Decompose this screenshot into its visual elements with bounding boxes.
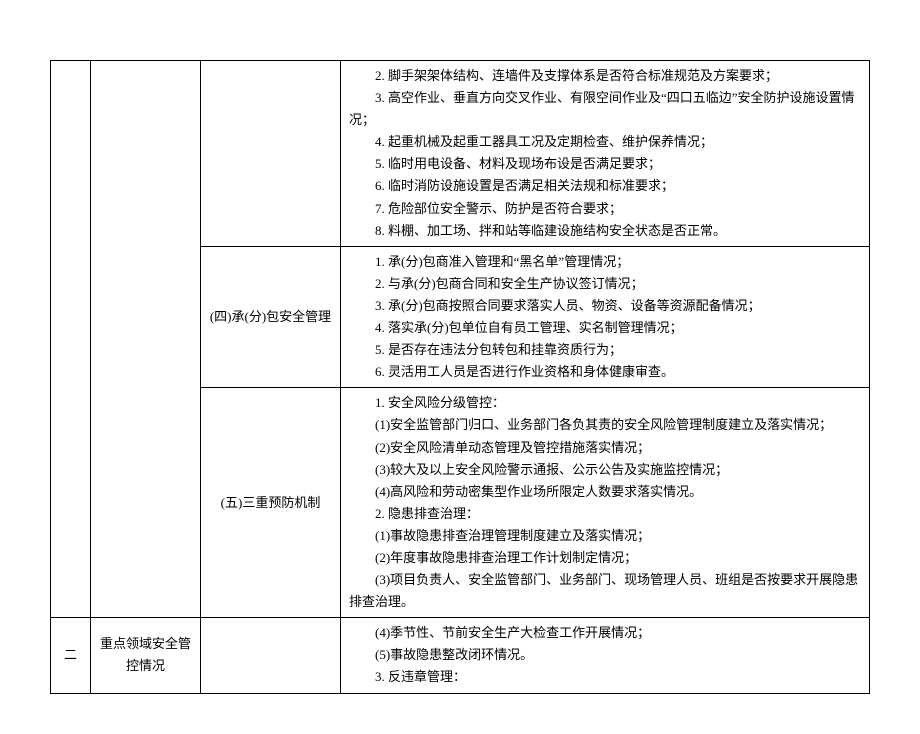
content-line: 4. 落实承(分)包单位自有员工管理、实名制管理情况； <box>349 317 861 339</box>
cell-subcat-5: (五)三重预防机制 <box>201 388 341 618</box>
cell-content-0: 2. 脚手架架体结构、连墙件及支撑体系是否符合标准规范及方案要求； 3. 高空作… <box>341 61 870 247</box>
content-line: 1. 承(分)包商准入管理和“黑名单”管理情况； <box>349 251 861 273</box>
content-line: (3)较大及以上安全风险警示通报、公示公告及实施监控情况； <box>349 459 861 481</box>
content-line: 4. 起重机械及起重工器具工况及定期检查、维护保养情况； <box>349 131 861 153</box>
document-table: 2. 脚手架架体结构、连墙件及支撑体系是否符合标准规范及方案要求； 3. 高空作… <box>50 60 870 694</box>
content-line: 2. 与承(分)包商合同和安全生产协议签订情况； <box>349 273 861 295</box>
content-line: (2)年度事故隐患排查治理工作计划制定情况； <box>349 547 861 569</box>
content-line: 3. 反违章管理： <box>349 666 861 688</box>
table-row: 二 重点领域安全管控情况 (4)季节性、节前安全生产大检查工作开展情况； (5)… <box>51 618 870 693</box>
content-line: (3)项目负责人、安全监管部门、业务部门、现场管理人员、班组是否按要求开展隐患排… <box>349 569 861 613</box>
content-line: (1)安全监管部门归口、业务部门各负其责的安全风险管理制度建立及落实情况； <box>349 414 861 436</box>
cell-subcat-blank2 <box>201 618 341 693</box>
content-line: 1. 安全风险分级管控： <box>349 392 861 414</box>
content-line: (1)事故隐患排查治理管理制度建立及落实情况； <box>349 525 861 547</box>
table-row: 2. 脚手架架体结构、连墙件及支撑体系是否符合标准规范及方案要求； 3. 高空作… <box>51 61 870 247</box>
cell-content-3: (4)季节性、节前安全生产大检查工作开展情况； (5)事故隐患整改闭环情况。 3… <box>341 618 870 693</box>
content-line: 2. 隐患排查治理： <box>349 503 861 525</box>
cell-subcat-4: (四)承(分)包安全管理 <box>201 246 341 388</box>
cell-content-1: 1. 承(分)包商准入管理和“黑名单”管理情况； 2. 与承(分)包商合同和安全… <box>341 246 870 388</box>
content-line: 2. 脚手架架体结构、连墙件及支撑体系是否符合标准规范及方案要求； <box>349 65 861 87</box>
cell-content-2: 1. 安全风险分级管控： (1)安全监管部门归口、业务部门各负其责的安全风险管理… <box>341 388 870 618</box>
content-line: (2)安全风险清单动态管理及管控措施落实情况； <box>349 437 861 459</box>
cell-category-blank <box>91 61 201 618</box>
cell-subcat-blank <box>201 61 341 247</box>
content-line: (4)高风险和劳动密集型作业场所限定人数要求落实情况。 <box>349 481 861 503</box>
content-line: 6. 临时消防设施设置是否满足相关法规和标准要求； <box>349 175 861 197</box>
content-line: 5. 是否存在违法分包转包和挂靠资质行为； <box>349 339 861 361</box>
content-line: 3. 承(分)包商按照合同要求落实人员、物资、设备等资源配备情况； <box>349 295 861 317</box>
content-line: (4)季节性、节前安全生产大检查工作开展情况； <box>349 622 861 644</box>
cell-index-blank <box>51 61 91 618</box>
content-line: 3. 高空作业、垂直方向交叉作业、有限空间作业及“四口五临边”安全防护设施设置情… <box>349 87 861 131</box>
cell-category-2: 重点领域安全管控情况 <box>91 618 201 693</box>
content-line: 5. 临时用电设备、材料及现场布设是否满足要求； <box>349 153 861 175</box>
content-line: 8. 料棚、加工场、拌和站等临建设施结构安全状态是否正常。 <box>349 220 861 242</box>
cell-index-2: 二 <box>51 618 91 693</box>
content-line: (5)事故隐患整改闭环情况。 <box>349 644 861 666</box>
content-line: 6. 灵活用工人员是否进行作业资格和身体健康审查。 <box>349 361 861 383</box>
content-line: 7. 危险部位安全警示、防护是否符合要求； <box>349 198 861 220</box>
